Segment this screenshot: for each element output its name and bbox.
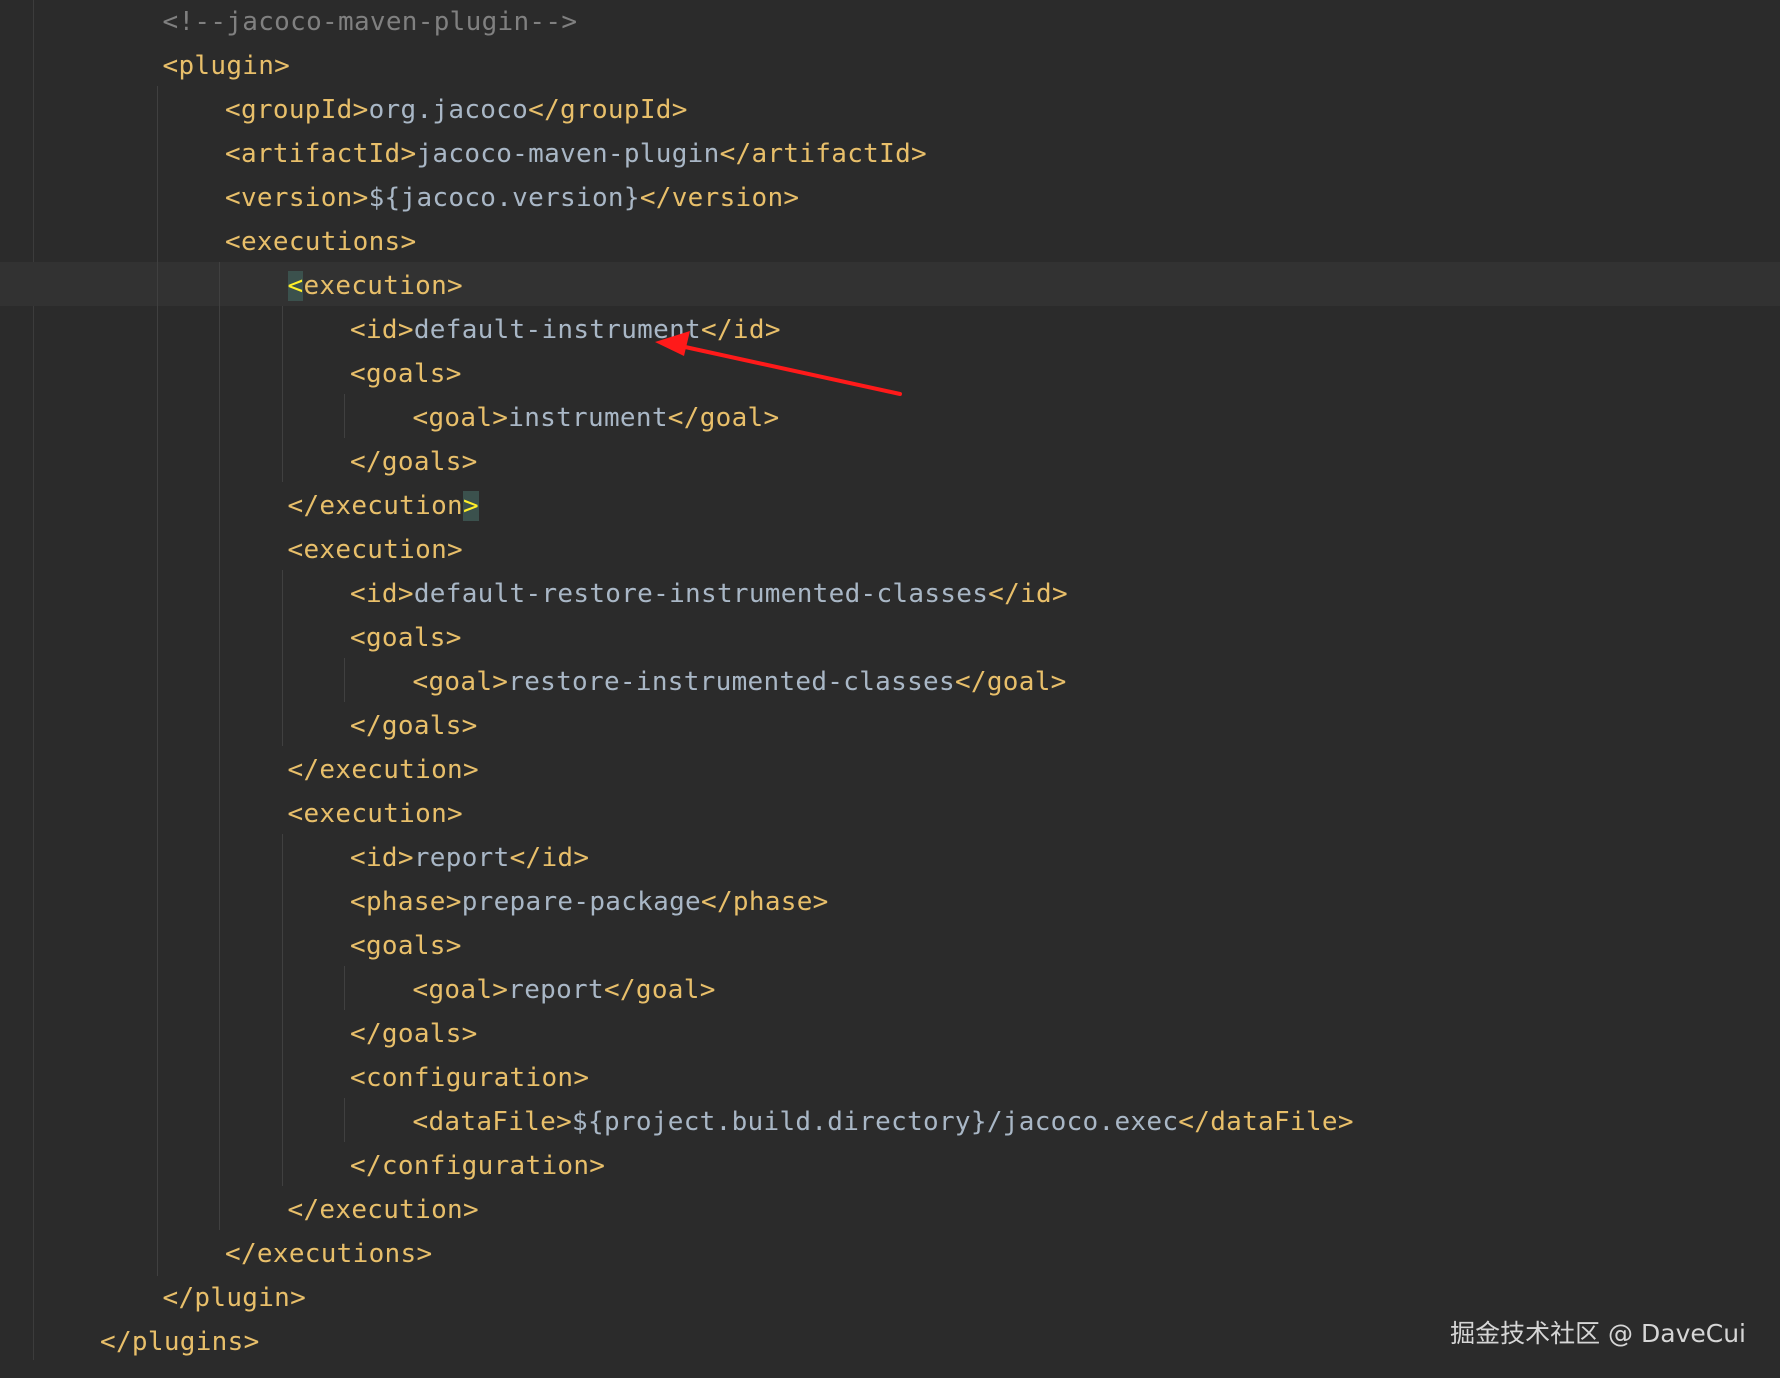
- code-editor[interactable]: <!--jacoco-maven-plugin--> <plugin> <group…: [0, 0, 1780, 1378]
- red-arrow-icon: [655, 331, 902, 396]
- watermark: 掘金技术社区 @ DaveCui: [1450, 1319, 1746, 1348]
